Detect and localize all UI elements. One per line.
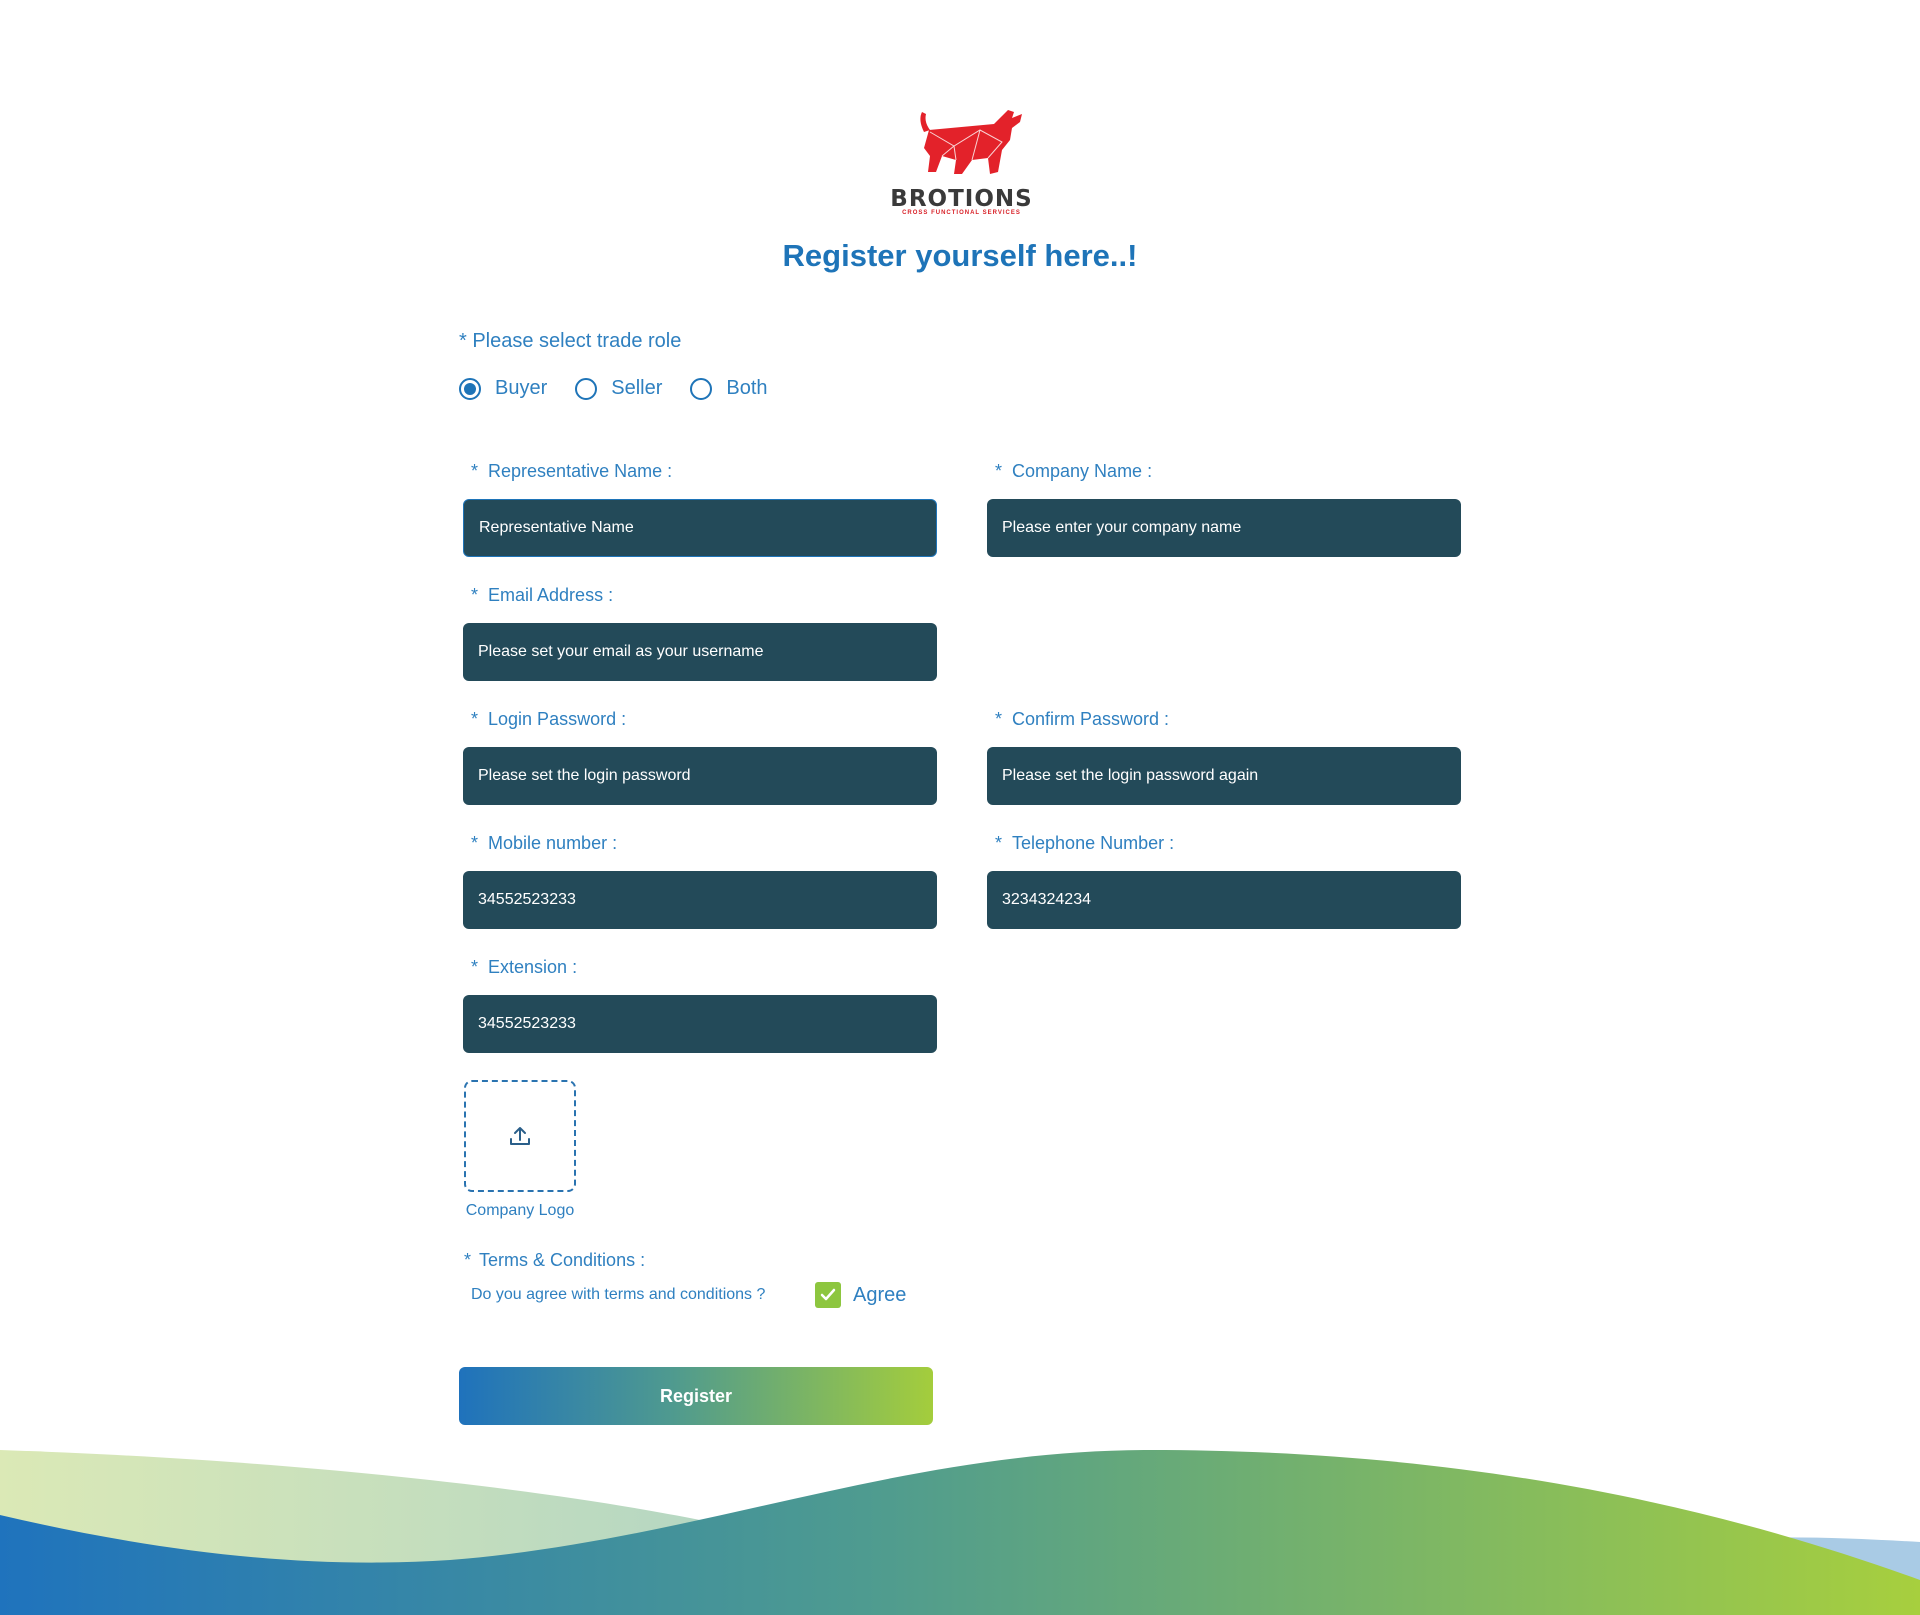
register-button[interactable]: Register [459, 1367, 933, 1425]
registration-page: BROTIONS CROSS FUNCTIONAL SERVICES Regis… [0, 0, 1920, 1615]
login-password-input[interactable]: Please set the login password [463, 747, 937, 805]
telephone-input[interactable]: 3234324234 [987, 871, 1461, 929]
radio-label-buyer: Buyer [495, 377, 548, 399]
radio-both[interactable]: Both [690, 377, 768, 400]
representative-name-input[interactable]: Representative Name [463, 499, 937, 557]
mobile-input[interactable]: 34552523233 [463, 871, 937, 929]
email-label: * Email Address : [471, 585, 614, 605]
confirm-password-label: * Confirm Password : [995, 709, 1170, 729]
radio-button[interactable] [575, 377, 598, 400]
decorative-waves [0, 1450, 1920, 1615]
mobile-label: * Mobile number : [471, 833, 618, 853]
extension-input[interactable]: 34552523233 [463, 995, 937, 1053]
radio-seller[interactable]: Seller [575, 377, 662, 400]
agree-checkbox[interactable]: Agree [815, 1282, 906, 1308]
trade-role-radio-group: Buyer Seller Both [459, 377, 796, 400]
brand-tagline: CROSS FUNCTIONAL SERVICES [902, 210, 1021, 216]
extension-label: * Extension : [471, 957, 578, 977]
terms-label: * Terms & Conditions : [464, 1250, 646, 1270]
login-password-label: * Login Password : [471, 709, 627, 729]
confirm-password-input[interactable]: Please set the login password again [987, 747, 1461, 805]
terms-question: Do you agree with terms and conditions ? [471, 1286, 766, 1303]
radio-buyer[interactable]: Buyer [459, 377, 547, 400]
radio-label-both: Both [726, 377, 768, 399]
company-name-input[interactable]: Please enter your company name [987, 499, 1461, 557]
representative-name-label: * Representative Name : [471, 461, 673, 481]
checkbox-checked[interactable] [815, 1282, 841, 1308]
upload-icon [510, 1127, 530, 1145]
page-title: Register yourself here..! [782, 238, 1138, 273]
radio-button[interactable] [690, 377, 713, 400]
telephone-label: * Telephone Number : [995, 833, 1175, 853]
check-icon [820, 1288, 836, 1301]
radio-button-checked[interactable] [459, 377, 481, 400]
brand-logo: BROTIONS CROSS FUNCTIONAL SERVICES [884, 102, 1039, 220]
email-input[interactable]: Please set your email as your username [463, 623, 937, 681]
company-logo-caption: Company Logo [465, 1202, 575, 1219]
brand-name: BROTIONS [890, 186, 1033, 212]
company-logo-upload[interactable] [464, 1080, 576, 1192]
company-name-label: * Company Name : [995, 461, 1153, 481]
radio-label-seller: Seller [611, 377, 663, 399]
agree-label: Agree [853, 1283, 907, 1306]
bull-icon [920, 110, 1022, 174]
trade-role-label: * Please select trade role [459, 330, 682, 352]
